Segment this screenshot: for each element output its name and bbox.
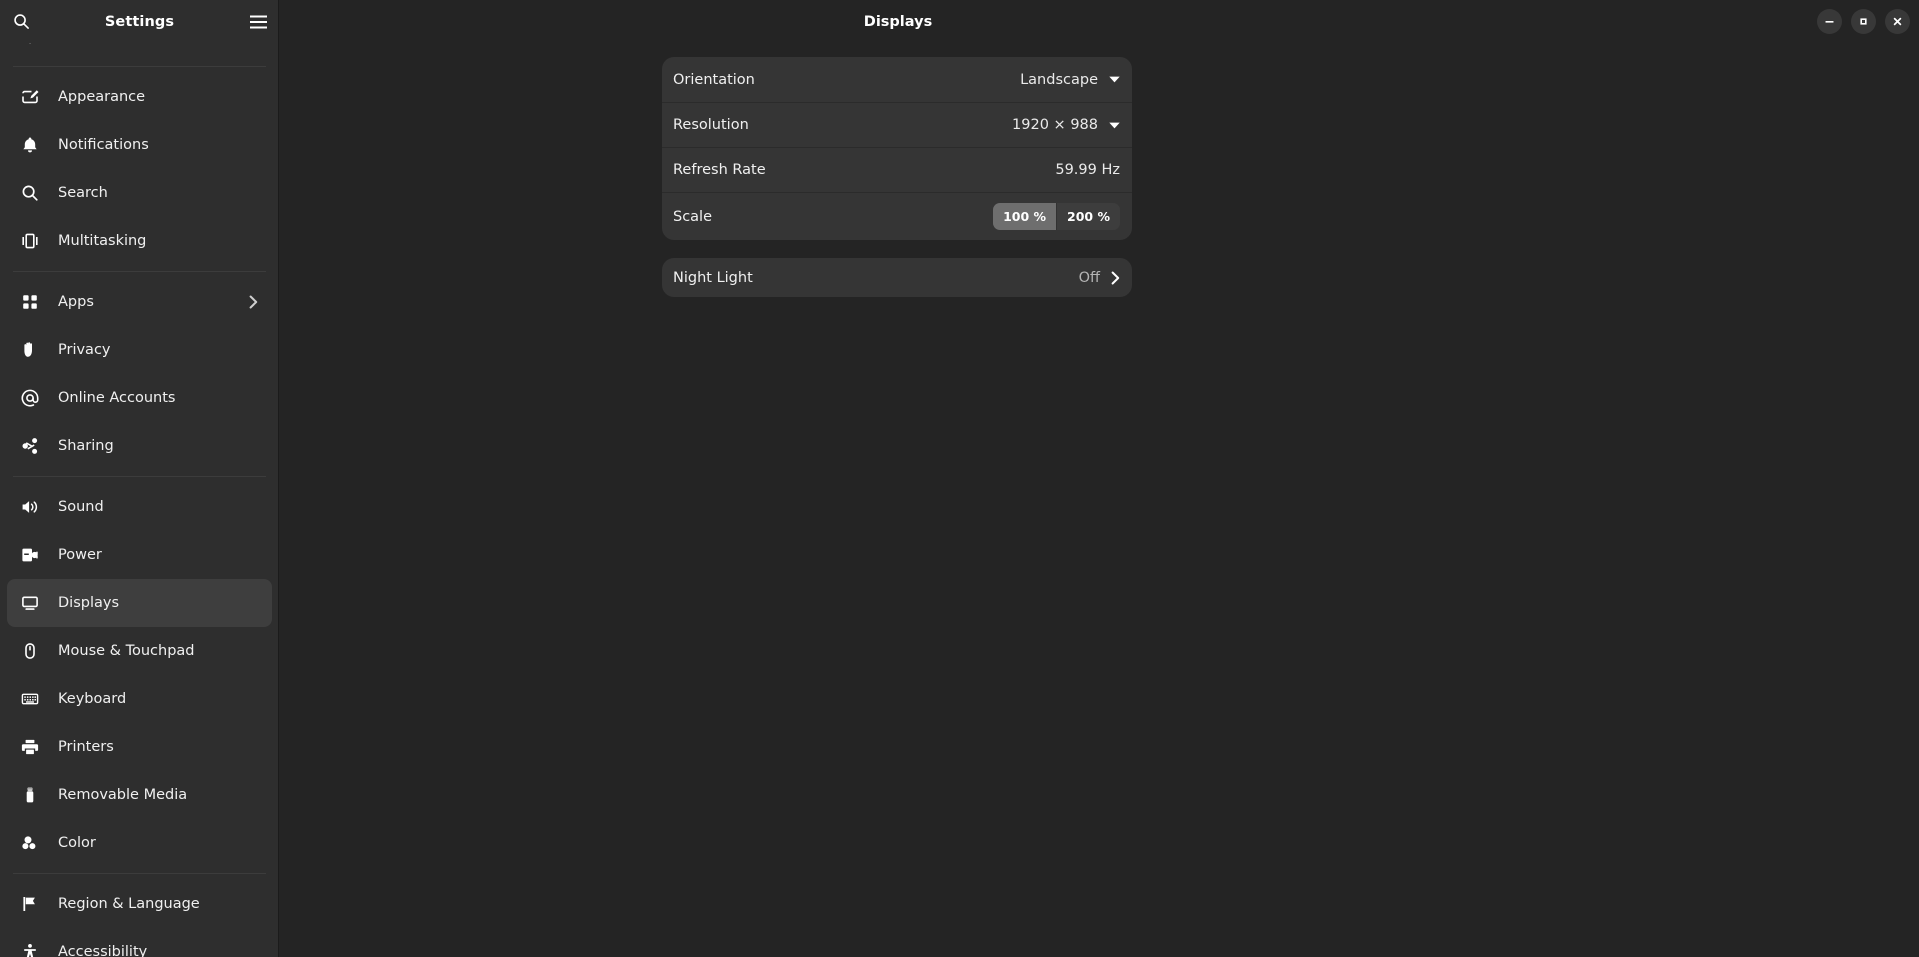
resolution-row[interactable]: Resolution 1920 × 988 <box>662 102 1132 147</box>
mouse-icon <box>20 641 40 661</box>
sidebar-separator <box>13 66 266 67</box>
color-circles-icon <box>20 833 40 853</box>
sidebar-item-sharing[interactable]: Sharing <box>7 422 272 470</box>
sidebar-item-bluetooth[interactable]: Bluetooth <box>7 43 272 60</box>
sidebar-item-label: Privacy <box>58 341 111 358</box>
scale-option-200-percent[interactable]: 200 % <box>1056 203 1120 230</box>
sidebar-separator <box>13 873 266 874</box>
sidebar-item-mouse-touchpad[interactable]: Mouse & Touchpad <box>7 627 272 675</box>
search-icon <box>20 183 40 203</box>
sidebar-separator <box>13 271 266 272</box>
sidebar-item-label: Power <box>58 546 102 563</box>
close-button[interactable] <box>1885 9 1910 34</box>
refresh-rate-value: 59.99 Hz <box>1055 162 1120 178</box>
display-settings-card: Orientation Landscape Resolution 1920 × … <box>662 57 1132 240</box>
printer-icon <box>20 737 40 757</box>
titlebar: Displays <box>279 0 1919 43</box>
sidebar-scroll-area[interactable]: Bluetooth Appearance Notifications Search Mu… <box>0 43 278 957</box>
sidebar-item-label: Search <box>58 184 108 201</box>
sidebar-item-label: Notifications <box>58 136 149 153</box>
sidebar-item-removable-media[interactable]: Removable Media <box>7 771 272 819</box>
scale-label: Scale <box>673 208 713 225</box>
orientation-label: Orientation <box>673 71 755 88</box>
keyboard-icon <box>20 689 40 709</box>
sidebar: Settings Bluetooth Appearance Notification… <box>0 0 279 957</box>
sidebar-item-notifications[interactable]: Notifications <box>7 121 272 169</box>
scale-segmented-control[interactable]: 100 % 200 % <box>993 203 1120 230</box>
chevron-down-icon[interactable] <box>1109 122 1120 129</box>
sidebar-item-color[interactable]: Color <box>7 819 272 867</box>
resolution-label: Resolution <box>673 117 749 133</box>
sidebar-item-privacy[interactable]: Privacy <box>7 326 272 374</box>
monitor-icon <box>20 593 40 613</box>
sidebar-item-label: Keyboard <box>58 690 127 707</box>
apps-grid-icon <box>20 292 40 312</box>
chevron-down-icon[interactable] <box>1109 76 1120 83</box>
at-sign-icon <box>20 388 40 408</box>
sidebar-header: Settings <box>0 0 278 43</box>
hand-icon <box>20 340 40 360</box>
sidebar-item-multitasking[interactable]: Multitasking <box>7 217 272 265</box>
speaker-icon <box>20 497 40 517</box>
chevron-right-icon[interactable] <box>1111 271 1120 285</box>
window-controls <box>1817 0 1910 43</box>
sidebar-item-label: Mouse & Touchpad <box>58 642 195 659</box>
sidebar-item-appearance[interactable]: Appearance <box>7 73 272 121</box>
sidebar-item-label: Accessibility <box>58 943 148 957</box>
refresh-rate-row: Refresh Rate 59.99 Hz <box>662 147 1132 192</box>
sidebar-item-label: Appearance <box>58 88 146 105</box>
sidebar-item-label: Removable Media <box>58 786 188 803</box>
sidebar-item-displays[interactable]: Displays <box>7 579 272 627</box>
multitasking-icon <box>20 231 40 251</box>
sidebar-item-printers[interactable]: Printers <box>7 723 272 771</box>
resolution-value: 1920 × 988 <box>1012 117 1098 133</box>
orientation-value: Landscape <box>1020 71 1098 88</box>
flag-icon <box>20 894 40 914</box>
night-light-row[interactable]: Night Light Off <box>662 258 1132 297</box>
content-area: Displays Orientation Landscape Resolutio… <box>279 0 1919 957</box>
usb-drive-icon <box>20 785 40 805</box>
sidebar-item-online-accounts[interactable]: Online Accounts <box>7 374 272 422</box>
sidebar-item-sound[interactable]: Sound <box>7 483 272 531</box>
sidebar-item-label: Printers <box>58 738 114 755</box>
displays-page: Orientation Landscape Resolution 1920 × … <box>279 43 1919 957</box>
sidebar-item-label: Sound <box>58 498 104 515</box>
page-title: Displays <box>863 13 933 30</box>
sidebar-item-label: Region & Language <box>58 895 200 912</box>
scale-option-100-percent[interactable]: 100 % <box>993 203 1057 230</box>
appearance-icon <box>20 87 40 107</box>
sidebar-nav-list: Bluetooth Appearance Notifications Search Mu… <box>0 43 278 957</box>
sidebar-item-search[interactable]: Search <box>7 169 272 217</box>
sidebar-item-accessibility[interactable]: Accessibility <box>7 928 272 957</box>
sidebar-item-label: Apps <box>58 293 94 310</box>
sidebar-item-region-language[interactable]: Region & Language <box>7 880 272 928</box>
sidebar-item-power[interactable]: Power <box>7 531 272 579</box>
night-light-label: Night Light <box>673 269 753 286</box>
orientation-row[interactable]: Orientation Landscape <box>662 57 1132 102</box>
maximize-button[interactable] <box>1851 9 1876 34</box>
power-plug-icon <box>20 545 40 565</box>
hamburger-menu-icon[interactable] <box>237 0 278 43</box>
sidebar-item-label: Sharing <box>58 437 114 454</box>
sidebar-item-label: Multitasking <box>58 232 147 249</box>
share-nodes-icon <box>20 436 40 456</box>
sidebar-item-label: Online Accounts <box>58 389 176 406</box>
bluetooth-icon <box>20 43 40 46</box>
refresh-rate-label: Refresh Rate <box>673 162 766 178</box>
chevron-right-icon <box>249 295 258 309</box>
minimize-button[interactable] <box>1817 9 1842 34</box>
night-light-value: Off <box>1078 269 1100 286</box>
accessibility-icon <box>20 942 40 957</box>
sidebar-item-label: Displays <box>58 594 120 611</box>
sidebar-item-apps[interactable]: Apps <box>7 278 272 326</box>
sidebar-item-keyboard[interactable]: Keyboard <box>7 675 272 723</box>
sidebar-item-label: Color <box>58 834 96 851</box>
sidebar-separator <box>13 476 266 477</box>
bell-icon <box>20 135 40 155</box>
scale-row: Scale 100 % 200 % <box>662 192 1132 240</box>
night-light-card[interactable]: Night Light Off <box>662 258 1132 297</box>
settings-window: Settings Bluetooth Appearance Notification… <box>0 0 1919 957</box>
search-icon[interactable] <box>0 0 42 43</box>
sidebar-title: Settings <box>104 13 175 30</box>
